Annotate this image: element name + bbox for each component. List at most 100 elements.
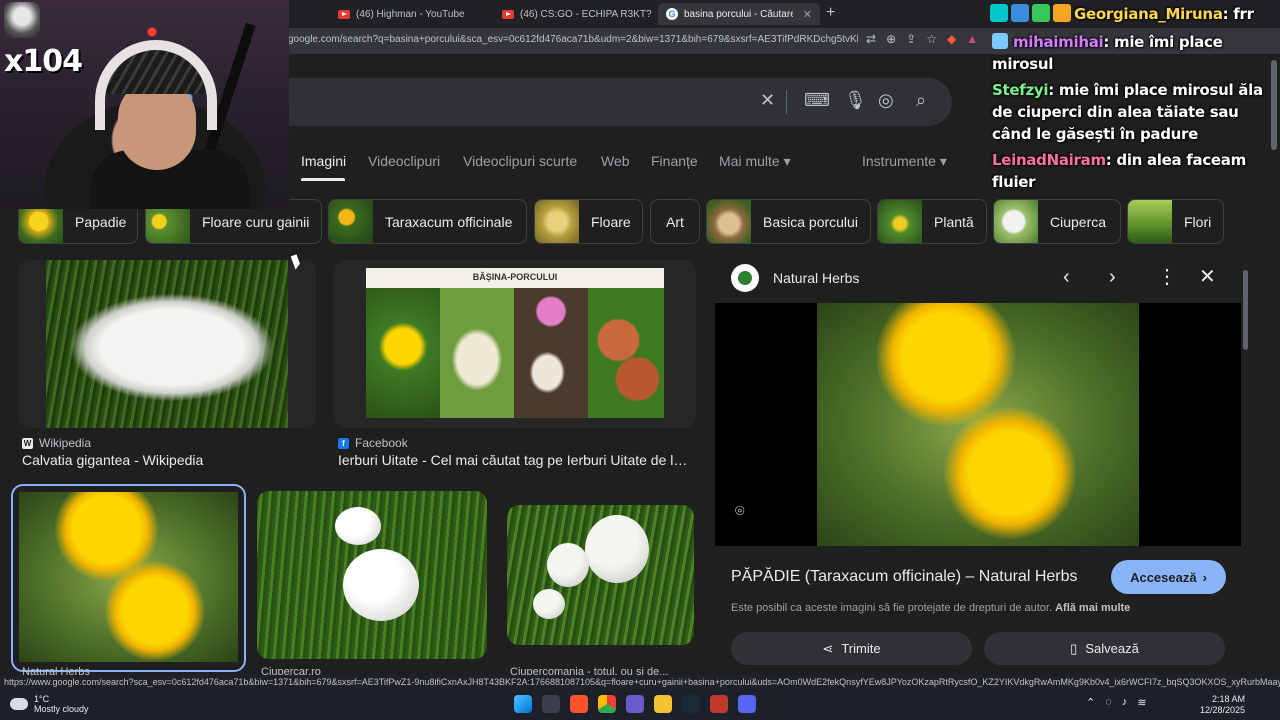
tab-more[interactable]: Mai multe ▾: [719, 153, 791, 170]
search-box[interactable]: ✕ ⌨ 🎙 ◎ ⌕: [250, 78, 952, 126]
chip-planta[interactable]: Plantă: [877, 199, 987, 244]
chip-thumbnail: [329, 200, 373, 243]
chip-label: Papadie: [75, 213, 127, 230]
keyboard-icon[interactable]: ⌨: [804, 90, 830, 111]
discord-icon[interactable]: [738, 695, 756, 713]
tools-button[interactable]: Instrumente ▾: [862, 153, 947, 170]
preview-dandelion-image: [817, 303, 1139, 546]
result-image-ciupercar[interactable]: [257, 491, 487, 659]
app-icon[interactable]: [710, 695, 728, 713]
copyright-text: Este posibil ca aceste imagini să fie pr…: [731, 602, 1053, 614]
source-name: Facebook: [355, 436, 408, 450]
screen: (46) Highman - YouTube (46) CS:GO - ECHI…: [0, 0, 1280, 720]
visit-button[interactable]: Accesează ›: [1111, 560, 1226, 594]
share-icon[interactable]: ⇪: [906, 32, 916, 46]
tab-label: basina porcului - Căutare Google: [684, 8, 793, 20]
chip-basica-porcului[interactable]: Basica porcului: [706, 199, 871, 244]
tab-web[interactable]: Web: [601, 153, 630, 169]
collage-image: BĂȘINA-PORCULUI: [366, 268, 664, 418]
app-icon[interactable]: [626, 695, 644, 713]
next-image-button[interactable]: ›: [1109, 266, 1116, 288]
lens-icon[interactable]: ◎: [878, 90, 894, 111]
volume-icon[interactable]: ♪: [1122, 696, 1128, 709]
tab-youtube-highman[interactable]: (46) Highman - YouTube: [330, 3, 490, 25]
copyright-note: Este posibil ca aceste imagini să fie pr…: [731, 602, 1130, 614]
close-panel-button[interactable]: ✕: [1199, 266, 1216, 288]
zoom-icon[interactable]: ⊕: [886, 32, 896, 46]
search-icon[interactable]: ⌕: [916, 90, 926, 111]
google-icon: G: [666, 8, 678, 20]
translate-icon[interactable]: ⇄: [866, 32, 876, 46]
microphone-icon[interactable]: 🎙: [844, 90, 867, 111]
result-image-facebook[interactable]: BĂȘINA-PORCULUI: [334, 260, 696, 428]
panel-title[interactable]: PĂPĂDIE (Taraxacum officinale) – Natural…: [731, 568, 1078, 586]
result-title[interactable]: Calvatia gigantea - Wikipedia: [22, 452, 316, 468]
tab-finance[interactable]: Finanțe: [651, 153, 698, 169]
start-icon[interactable]: [514, 695, 532, 713]
panel-scrollbar[interactable]: [1243, 270, 1248, 350]
chip-label: Floare: [591, 213, 631, 230]
image-preview-panel: Natural Herbs ‹ › ⋮ ✕ ⌾ PĂPĂDIE (Taraxac…: [715, 258, 1243, 670]
result-image-wikipedia[interactable]: [18, 260, 316, 428]
system-tray: ⌃ ◌ ♪ ≋: [1086, 696, 1146, 709]
clear-icon[interactable]: ✕: [760, 90, 775, 111]
weather-widget[interactable]: 1°C Mostly cloudy: [10, 694, 89, 714]
chip-art[interactable]: Art: [650, 199, 700, 244]
brave-icon[interactable]: [570, 695, 588, 713]
streamer-webcam: x104: [0, 0, 289, 209]
tab-images[interactable]: Imagini: [301, 153, 346, 169]
tab-short-videos[interactable]: Videoclipuri scurte: [463, 153, 577, 169]
panel-source-name[interactable]: Natural Herbs: [773, 270, 859, 286]
wifi-icon[interactable]: ≋: [1137, 696, 1146, 709]
divider: [786, 90, 787, 114]
stream-chat-overlay: Georgiana_Miruna: frr mihaimihai: mie îm…: [990, 0, 1280, 200]
chevron-up-icon[interactable]: ⌃: [1086, 696, 1095, 709]
address-actions: ⇄ ⊕ ⇪ ☆ ◆ ▲: [866, 32, 978, 46]
result-image-ciupercomania[interactable]: [507, 505, 694, 645]
prev-image-button[interactable]: ‹: [1063, 266, 1070, 288]
puffball-small: [533, 589, 565, 619]
tab-youtube-csgo[interactable]: (46) CS:GO - ECHIPA R3KT? w/ Maxsir: [494, 3, 654, 25]
new-tab-button[interactable]: +: [826, 4, 835, 22]
chat-message: mihaimihai: mie îmi place mirosul: [992, 33, 1223, 73]
user-avatar-icon: [992, 33, 1008, 49]
chrome-icon[interactable]: [598, 695, 616, 713]
share-button[interactable]: ⋖ Trimite: [731, 632, 972, 665]
brave-shield-icon[interactable]: ◆: [947, 32, 956, 46]
result-image-natural-herbs[interactable]: [11, 484, 246, 672]
rewards-icon[interactable]: ▲: [966, 32, 978, 46]
steam-icon[interactable]: [682, 695, 700, 713]
result-title[interactable]: Ierburi Uitate - Cel mai căutat tag pe I…: [338, 452, 690, 468]
task-view-icon[interactable]: [542, 695, 560, 713]
chip-label: Taraxacum officinale: [385, 213, 513, 230]
url-field[interactable]: google.com/search?q=basina+porcului&sca_…: [288, 34, 858, 45]
taskbar-apps: [514, 695, 756, 713]
save-button[interactable]: ▯ Salvează: [984, 632, 1225, 665]
collage-panel-dandelion: [366, 288, 440, 418]
bookmark-star-icon[interactable]: ☆: [926, 32, 937, 46]
chip-ciuperca[interactable]: Ciuperca: [993, 199, 1121, 244]
multiplier-counter: x104: [4, 44, 83, 79]
time: 2:18 AM: [1212, 694, 1246, 704]
tab-google-search[interactable]: G basina porcului - Căutare Google ✕: [658, 3, 820, 25]
network-icon[interactable]: ◌: [1105, 696, 1112, 709]
file-explorer-icon[interactable]: [654, 695, 672, 713]
chip-floare[interactable]: Floare: [534, 199, 643, 244]
chevron-right-icon: ›: [1202, 569, 1207, 585]
clock[interactable]: 2:18 AM 12/28/2025: [1200, 694, 1245, 716]
source-name: Wikipedia: [39, 436, 92, 450]
chat-text: frr: [1233, 5, 1254, 23]
lens-search-icon[interactable]: ⌾: [735, 503, 759, 527]
more-options-icon[interactable]: ⋮: [1157, 266, 1177, 288]
date: 12/28/2025: [1200, 705, 1246, 715]
puffball-small: [335, 507, 381, 545]
weather-text: 1°C Mostly cloudy: [34, 694, 89, 714]
chip-flori[interactable]: Flori: [1127, 199, 1224, 244]
learn-more-link[interactable]: Află mai multe: [1055, 602, 1130, 614]
avatar: [4, 2, 40, 38]
close-icon[interactable]: ✕: [803, 8, 812, 21]
tab-videos[interactable]: Videoclipuri: [368, 153, 440, 169]
active-tab-indicator: [301, 178, 345, 181]
preview-image-frame[interactable]: ⌾: [715, 303, 1241, 546]
chip-taraxacum-officinale[interactable]: Taraxacum officinale: [328, 199, 527, 244]
